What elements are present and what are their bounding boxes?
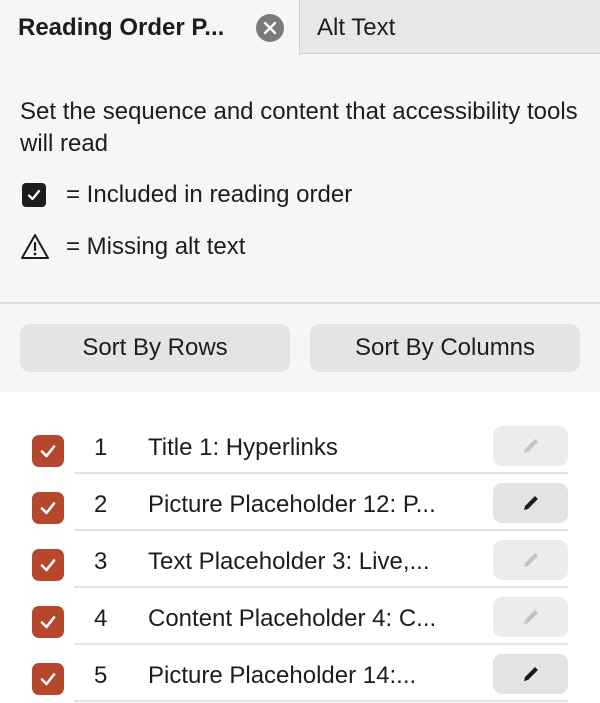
divider [0, 302, 600, 304]
item-index: 3 [94, 548, 108, 575]
list-item[interactable]: 2 Picture Placeholder 12: P... [0, 475, 600, 532]
tab-bar: Reading Order P... Alt Text [0, 0, 600, 55]
item-index: 5 [94, 662, 108, 689]
item-name: Content Placeholder 4: C... [148, 605, 437, 632]
checkbox-checked-icon[interactable] [32, 435, 64, 467]
item-name: Picture Placeholder 14:... [148, 662, 417, 689]
close-icon[interactable] [256, 14, 284, 42]
tab-alt-text[interactable]: Alt Text [301, 0, 600, 54]
sort-by-rows-button[interactable]: Sort By Rows [20, 324, 290, 372]
item-index: 4 [94, 605, 108, 632]
row-separator [74, 700, 568, 702]
item-name: Text Placeholder 3: Live,... [148, 548, 430, 575]
row-separator [74, 529, 568, 531]
reading-order-list: 1 Title 1: Hyperlinks 2 Picture Placehol… [0, 392, 600, 703]
item-name: Title 1: Hyperlinks [148, 434, 338, 461]
tab-label: Reading Order P... [18, 14, 225, 41]
list-item[interactable]: 4 Content Placeholder 4: C... [0, 589, 600, 646]
list-item[interactable]: 1 Title 1: Hyperlinks [0, 418, 600, 475]
item-index: 2 [94, 491, 108, 518]
row-separator [74, 643, 568, 645]
pencil-icon [493, 426, 568, 466]
pencil-icon[interactable] [493, 654, 568, 694]
row-separator [74, 586, 568, 588]
item-index: 1 [94, 434, 108, 461]
checkbox-checked-icon[interactable] [32, 549, 64, 581]
legend-included-label: = Included in reading order [66, 181, 353, 208]
tab-reading-order[interactable]: Reading Order P... [0, 0, 300, 55]
checkbox-checked-icon[interactable] [32, 663, 64, 695]
checkbox-checked-icon [22, 183, 46, 207]
checkbox-checked-icon[interactable] [32, 606, 64, 638]
item-name: Picture Placeholder 12: P... [148, 491, 436, 518]
list-item[interactable]: 3 Text Placeholder 3: Live,... [0, 532, 600, 589]
sort-by-columns-button[interactable]: Sort By Columns [310, 324, 580, 372]
pencil-icon [493, 597, 568, 637]
legend-included: = Included in reading order [20, 180, 352, 210]
tab-label: Alt Text [317, 14, 396, 41]
list-item[interactable]: 5 Picture Placeholder 14:... [0, 646, 600, 703]
checkbox-checked-icon[interactable] [32, 492, 64, 524]
warning-icon [20, 233, 50, 261]
intro-text: Set the sequence and content that access… [20, 98, 578, 157]
pencil-icon [493, 540, 568, 580]
pencil-icon[interactable] [493, 483, 568, 523]
row-separator [74, 472, 568, 474]
legend-missing-label: = Missing alt text [66, 233, 246, 260]
legend-missing: = Missing alt text [20, 232, 245, 262]
